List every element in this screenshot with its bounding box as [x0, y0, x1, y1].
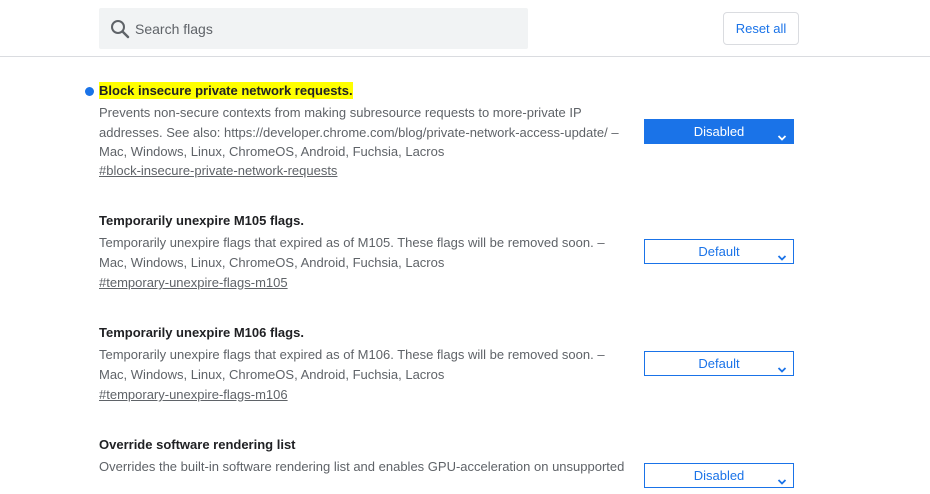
flag-anchor-link[interactable]: #temporary-unexpire-flags-m105 — [99, 273, 288, 292]
select-value: Disabled — [693, 468, 745, 483]
chevron-down-icon — [777, 247, 787, 261]
flag-state-select[interactable]: Default — [644, 351, 794, 376]
select-value: Default — [698, 356, 740, 371]
flag-state-select[interactable]: Default — [644, 239, 794, 264]
flag-description-line: addresses. See also: https://developer.c… — [99, 124, 619, 140]
flag-description: Temporarily unexpire flags that expired … — [99, 233, 629, 272]
flag-description: Overrides the built-in software renderin… — [99, 457, 629, 477]
flags-header: Reset all — [0, 0, 930, 57]
chevron-down-icon — [777, 471, 787, 485]
flag-description-line: Mac, Windows, Linux, ChromeOS, Android, … — [99, 254, 445, 270]
flag-description: Temporarily unexpire flags that expired … — [99, 345, 629, 384]
flag-state-select[interactable]: Disabled — [644, 119, 794, 144]
search-icon — [110, 19, 130, 39]
flag-description-line: Temporarily unexpire flags that expired … — [99, 235, 605, 250]
flag-state-select[interactable]: Disabled — [644, 463, 794, 488]
flag-title: Override software rendering list — [99, 437, 296, 452]
flag-description-line: Mac, Windows, Linux, ChromeOS, Android, … — [99, 366, 445, 382]
flag-title: Temporarily unexpire M105 flags. — [99, 213, 304, 228]
flag-description-line: Overrides the built-in software renderin… — [99, 459, 625, 474]
flag-anchor-link[interactable]: #temporary-unexpire-flags-m106 — [99, 385, 288, 404]
flag-title: Block insecure private network requests. — [99, 82, 353, 99]
flag-description-line: Temporarily unexpire flags that expired … — [99, 347, 605, 362]
chevron-down-icon — [777, 359, 787, 373]
select-value: Default — [698, 244, 740, 259]
flag-description: Prevents non-secure contexts from making… — [99, 103, 629, 162]
reset-all-button[interactable]: Reset all — [723, 12, 799, 45]
flag-title: Temporarily unexpire M106 flags. — [99, 325, 304, 340]
chevron-down-icon — [777, 127, 787, 141]
flag-description-line: Prevents non-secure contexts from making… — [99, 105, 582, 120]
modified-indicator-dot — [85, 87, 94, 96]
flag-anchor-link[interactable]: #block-insecure-private-network-requests — [99, 161, 337, 180]
search-box[interactable] — [99, 8, 528, 49]
flag-description-line: Mac, Windows, Linux, ChromeOS, Android, … — [99, 144, 445, 159]
search-input[interactable] — [135, 8, 515, 49]
select-value: Disabled — [693, 124, 745, 139]
